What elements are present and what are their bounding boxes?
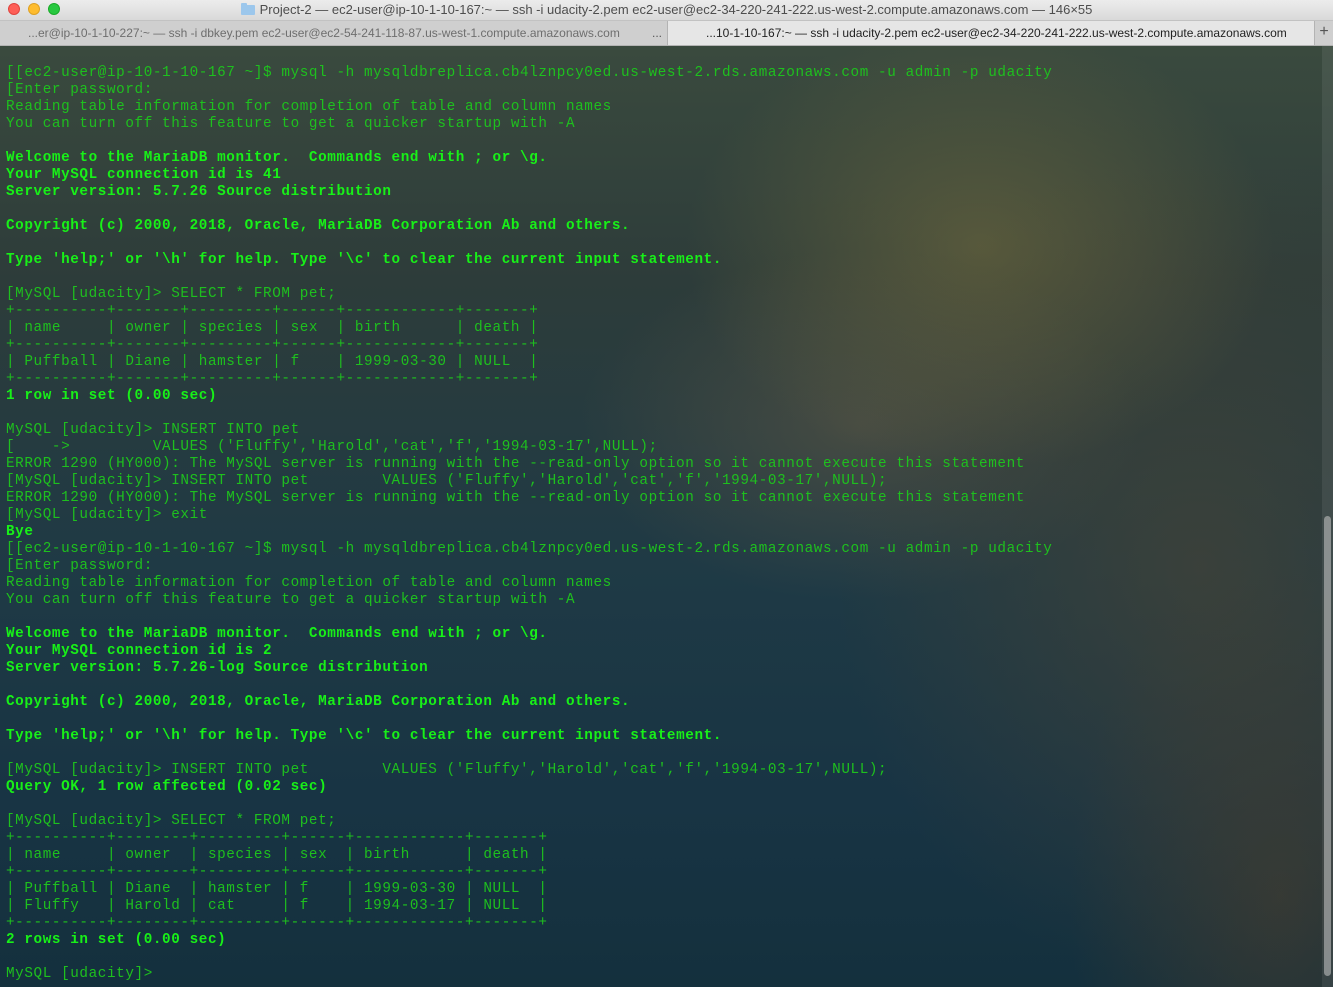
terminal-line: 2 rows in set (0.00 sec) (6, 932, 227, 948)
terminal-line: [MySQL [udacity]> INSERT INTO pet VALUES… (6, 762, 888, 778)
terminal-line: +----------+--------+---------+------+--… (6, 864, 548, 880)
terminal-line: [[ec2-user@ip-10-1-10-167 ~]$ mysql -h m… (6, 541, 1053, 557)
tab-label: ...10-1-10-167:~ — ssh -i udacity-2.pem … (706, 26, 1287, 40)
terminal-line: +----------+--------+---------+------+--… (6, 830, 548, 846)
terminal-line: [MySQL [udacity]> SELECT * FROM pet; (6, 813, 337, 829)
terminal-line: Server version: 5.7.26-log Source distri… (6, 660, 429, 676)
terminal-line: [Enter password: (6, 82, 153, 98)
terminal-line: ERROR 1290 (HY000): The MySQL server is … (6, 456, 1025, 472)
terminal-line: Copyright (c) 2000, 2018, Oracle, MariaD… (6, 694, 631, 710)
terminal-line: MySQL [udacity]> (6, 966, 163, 982)
tab-udacity-session[interactable]: ...10-1-10-167:~ — ssh -i udacity-2.pem … (668, 21, 1315, 45)
terminal-line: | name | owner | species | sex | birth |… (6, 320, 539, 336)
terminal-line: [Enter password: (6, 558, 153, 574)
tab-label: ...er@ip-10-1-10-227:~ — ssh -i dbkey.pe… (28, 26, 620, 40)
terminal-line: Bye (6, 524, 34, 540)
terminal-line: [ -> VALUES ('Fluffy','Harold','cat','f'… (6, 439, 658, 455)
tab-overflow-ellipsis: ... (652, 26, 663, 40)
window-title: Project-2 — ec2-user@ip-10-1-10-167:~ — … (259, 2, 1093, 17)
tab-bar: ...er@ip-10-1-10-227:~ — ssh -i dbkey.pe… (0, 21, 1333, 46)
terminal-line: [[ec2-user@ip-10-1-10-167 ~]$ mysql -h m… (6, 65, 1053, 81)
terminal-line: Your MySQL connection id is 41 (6, 167, 282, 183)
terminal-line: You can turn off this feature to get a q… (6, 116, 576, 132)
terminal-line: +----------+-------+---------+------+---… (6, 337, 539, 353)
terminal-line: Welcome to the MariaDB monitor. Commands… (6, 150, 548, 166)
terminal-line: [MySQL [udacity]> exit (6, 507, 208, 523)
terminal-line: 1 row in set (0.00 sec) (6, 388, 218, 404)
window-title-bar-text: Project-2 — ec2-user@ip-10-1-10-167:~ — … (0, 0, 1333, 20)
terminal-text: [[ec2-user@ip-10-1-10-167 ~]$ mysql -h m… (6, 65, 1052, 983)
terminal-line: Server version: 5.7.26 Source distributi… (6, 184, 392, 200)
terminal-line: Reading table information for completion… (6, 99, 612, 115)
terminal-scrollbar[interactable] (1322, 46, 1333, 987)
terminal-line: Query OK, 1 row affected (0.02 sec) (6, 779, 328, 795)
terminal-line: Type 'help;' or '\h' for help. Type '\c'… (6, 728, 723, 744)
terminal-line: [MySQL [udacity]> INSERT INTO pet VALUES… (6, 473, 888, 489)
terminal-line: MySQL [udacity]> INSERT INTO pet (6, 422, 300, 438)
terminal-line: Reading table information for completion… (6, 575, 612, 591)
terminal-line: You can turn off this feature to get a q… (6, 592, 576, 608)
terminal-line: Your MySQL connection id is 2 (6, 643, 273, 659)
terminal-line: +----------+-------+---------+------+---… (6, 371, 539, 387)
tab-dbkey-session[interactable]: ...er@ip-10-1-10-227:~ — ssh -i dbkey.pe… (0, 21, 668, 45)
terminal-line: +----------+-------+---------+------+---… (6, 303, 539, 319)
terminal-line: Type 'help;' or '\h' for help. Type '\c'… (6, 252, 723, 268)
terminal-line: ERROR 1290 (HY000): The MySQL server is … (6, 490, 1025, 506)
terminal-line: | Puffball | Diane | hamster | f | 1999-… (6, 881, 548, 897)
terminal-line: | name | owner | species | sex | birth |… (6, 847, 548, 863)
terminal-line: Welcome to the MariaDB monitor. Commands… (6, 626, 548, 642)
folder-icon (240, 3, 255, 15)
terminal-line: | Fluffy | Harold | cat | f | 1994-03-17… (6, 898, 548, 914)
terminal-output[interactable]: [[ec2-user@ip-10-1-10-167 ~]$ mysql -h m… (0, 46, 1333, 987)
terminal-line: [MySQL [udacity]> SELECT * FROM pet; (6, 286, 337, 302)
terminal-line: | Puffball | Diane | hamster | f | 1999-… (6, 354, 539, 370)
new-tab-button[interactable]: + (1314, 21, 1333, 45)
terminal-line: +----------+--------+---------+------+--… (6, 915, 548, 931)
scrollbar-thumb[interactable] (1324, 516, 1331, 976)
terminal-line: Copyright (c) 2000, 2018, Oracle, MariaD… (6, 218, 631, 234)
window-titlebar[interactable]: Project-2 — ec2-user@ip-10-1-10-167:~ — … (0, 0, 1333, 21)
